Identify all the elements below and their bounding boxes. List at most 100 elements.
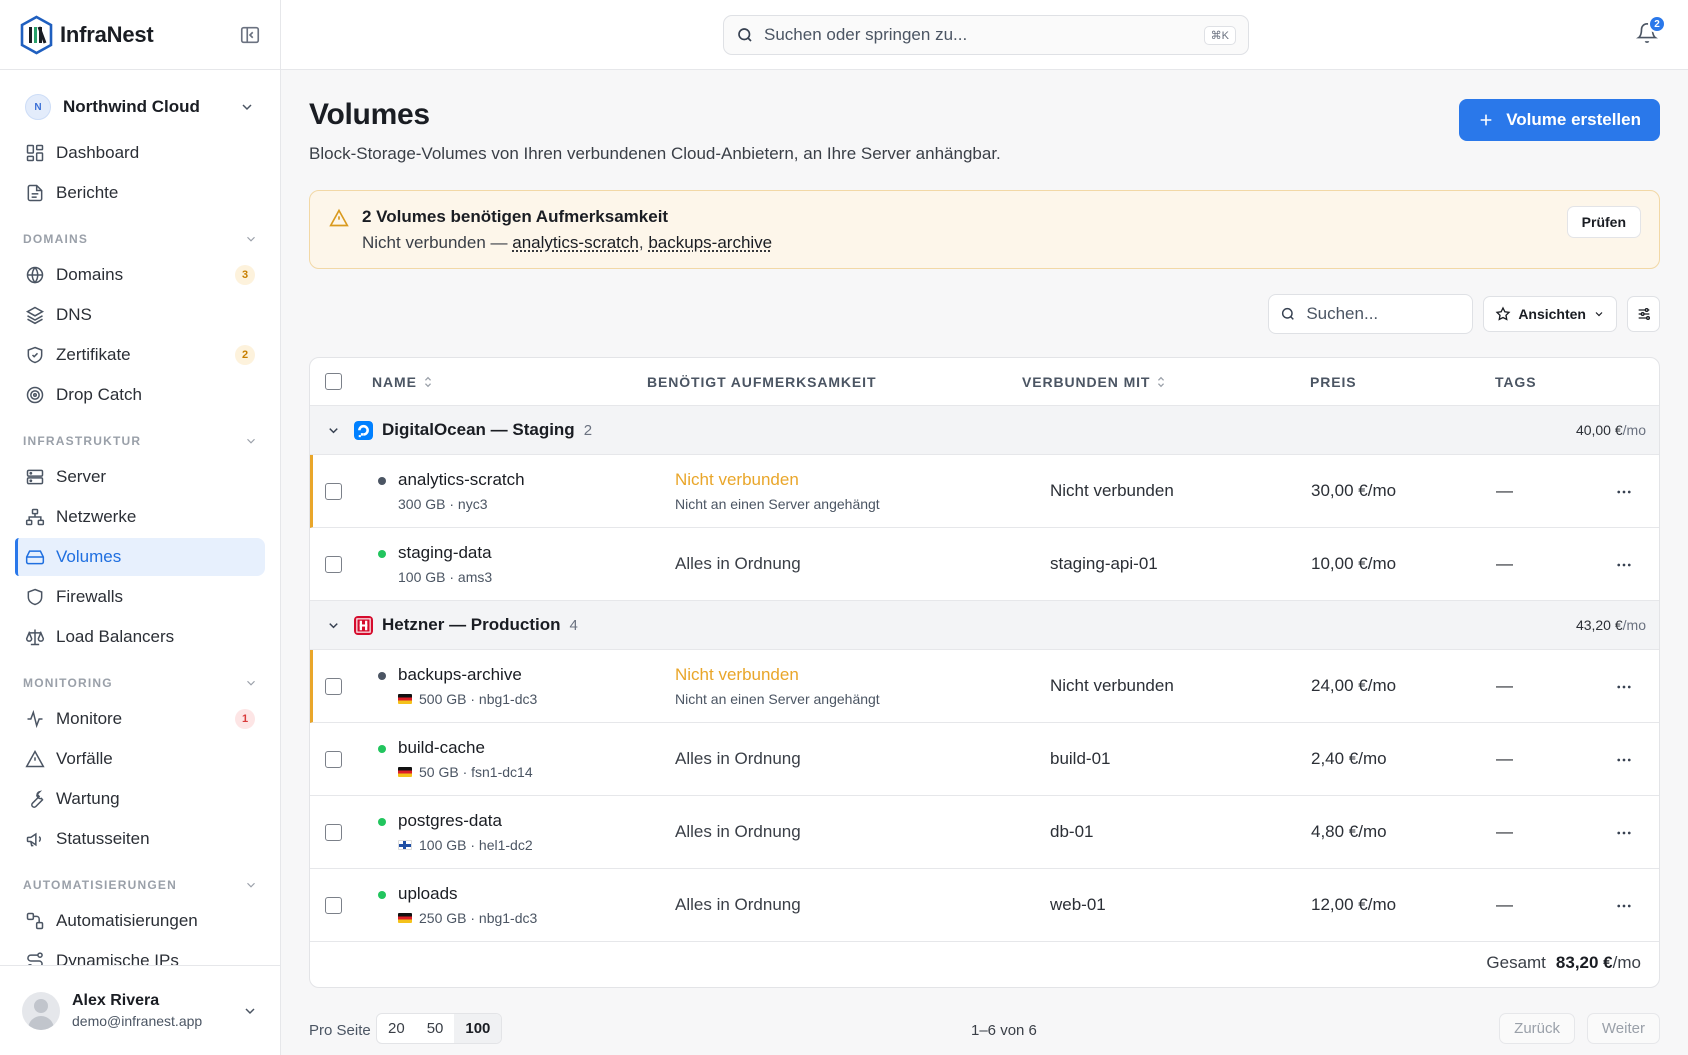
alert-link-backups-archive[interactable]: backups-archive <box>648 233 772 252</box>
sidebar-item-load-balancers[interactable]: Load Balancers <box>15 618 265 656</box>
row-checkbox[interactable] <box>325 556 342 573</box>
table-search-placeholder: Suchen... <box>1306 304 1379 323</box>
column-header-connected[interactable]: VERBUNDEN MIT <box>1022 374 1166 390</box>
section-monitoring[interactable]: MONITORING <box>23 670 258 696</box>
megaphone-icon <box>26 832 42 847</box>
layers-icon <box>25 306 45 325</box>
sidebar-item-dashboard[interactable]: Dashboard <box>15 134 265 172</box>
sidebar-item-label: Dashboard <box>56 143 140 162</box>
sidebar-item-berichte[interactable]: Berichte <box>15 174 265 212</box>
sidebar-item-statusseiten[interactable]: Statusseiten <box>15 820 265 858</box>
table-row[interactable]: build-cache 50 GB · fsn1-dc14 Alles in O… <box>310 723 1659 796</box>
volume-meta: 500 GB · nbg1-dc3 <box>398 691 537 707</box>
chevron-down-icon <box>247 438 255 444</box>
table-row[interactable]: analytics-scratch 300 GB · nyc3 Nicht ve… <box>310 455 1659 528</box>
volume-name[interactable]: analytics-scratch <box>398 470 525 490</box>
group-total-amount: 43,20 € <box>1575 617 1623 633</box>
sidebar-item-vorfaelle[interactable]: Vorfälle <box>15 740 265 778</box>
row-checkbox[interactable] <box>325 483 342 500</box>
column-header-name[interactable]: NAME <box>372 374 433 390</box>
review-button[interactable]: Prüfen <box>1566 206 1641 238</box>
chevron-down-icon <box>247 882 255 888</box>
sidebar-item-label: Load Balancers <box>56 627 175 646</box>
sidebar-collapse-icon[interactable] <box>239 24 261 46</box>
org-switcher[interactable]: N Northwind Cloud <box>13 88 267 126</box>
more-actions-icon[interactable] <box>1615 751 1633 769</box>
page-size-100[interactable]: 100 <box>454 1014 502 1043</box>
volume-name[interactable]: backups-archive <box>398 665 522 685</box>
chevron-down-icon <box>247 236 255 242</box>
table-row[interactable]: staging-data 100 GB · ams3 Alles in Ordn… <box>310 528 1659 601</box>
group-label: Hetzner — Production <box>382 615 561 634</box>
more-actions-icon[interactable] <box>1615 824 1633 842</box>
connected-to: db-01 <box>1050 822 1094 841</box>
row-checkbox[interactable] <box>325 751 342 768</box>
section-domains[interactable]: DOMAINS <box>23 226 258 252</box>
group-row[interactable]: DigitalOcean — Staging 2 40,00 €/mo <box>310 406 1659 455</box>
price: 12,00 €/mo <box>1311 895 1397 914</box>
section-automatisierungen[interactable]: AUTOMATISIERUNGEN <box>23 872 258 898</box>
views-dropdown[interactable]: Ansichten <box>1483 296 1617 332</box>
page-size-20[interactable]: 20 <box>377 1014 416 1043</box>
volume-name[interactable]: build-cache <box>398 738 485 758</box>
sidebar-item-drop-catch[interactable]: Drop Catch <box>15 376 265 414</box>
table-row[interactable]: backups-archive 500 GB · nbg1-dc3 Nicht … <box>310 650 1659 723</box>
select-all-checkbox[interactable] <box>325 373 342 390</box>
sidebar-item-volumes[interactable]: Volumes <box>15 538 265 576</box>
sidebar-item-server[interactable]: Server <box>15 458 265 496</box>
more-actions-icon[interactable] <box>1615 678 1633 696</box>
sort-icon <box>1158 376 1165 388</box>
create-volume-button[interactable]: Volume erstellen <box>1459 99 1660 141</box>
chevron-down-icon[interactable] <box>326 618 341 633</box>
previous-page-button[interactable]: Zurück <box>1499 1013 1575 1044</box>
group-total: 40,00 €/mo <box>1576 422 1646 438</box>
chevron-down-icon[interactable] <box>326 423 341 438</box>
column-settings-button[interactable] <box>1627 296 1660 332</box>
alert-link-analytics-scratch[interactable]: analytics-scratch <box>512 233 639 252</box>
price: 10,00 €/mo <box>1311 554 1397 573</box>
row-checkbox[interactable] <box>325 897 342 914</box>
org-name: Northwind Cloud <box>63 97 200 116</box>
table-row[interactable]: uploads 250 GB · nbg1-dc3 Alles in Ordnu… <box>310 869 1659 942</box>
group-row[interactable]: Hetzner — Production 4 43,20 €/mo <box>310 601 1659 650</box>
sidebar-item-label: Zertifikate <box>56 345 131 364</box>
section-infrastruktur[interactable]: INFRASTRUKTUR <box>23 428 258 454</box>
sidebar-item-wartung[interactable]: Wartung <box>15 780 265 818</box>
more-actions-icon[interactable] <box>1615 897 1633 915</box>
sidebar-item-monitore[interactable]: Monitore 1 <box>15 700 265 738</box>
digitalocean-logo-icon <box>354 421 373 440</box>
global-search-input[interactable]: Suchen oder springen zu... ⌘K <box>723 15 1249 55</box>
volume-name[interactable]: uploads <box>398 884 458 904</box>
attention-status: Alles in Ordnung <box>675 895 801 914</box>
row-checkbox[interactable] <box>325 824 342 841</box>
table-search-input[interactable]: Suchen... <box>1268 294 1474 334</box>
scale-icon <box>25 629 45 646</box>
row-checkbox[interactable] <box>325 678 342 695</box>
column-label: BENÖTIGT AUFMERKSAMKEIT <box>647 374 877 390</box>
sidebar-item-label: Drop Catch <box>56 385 142 404</box>
sort-icon <box>424 376 431 388</box>
attention-status: Alles in Ordnung <box>675 554 801 573</box>
table-row[interactable]: postgres-data 100 GB · hel1-dc2 Alles in… <box>310 796 1659 869</box>
germany-flag-icon <box>398 694 412 704</box>
more-actions-icon[interactable] <box>1615 556 1633 574</box>
sidebar-item-netzwerke[interactable]: Netzwerke <box>15 498 265 536</box>
sidebar-item-dns[interactable]: DNS <box>15 296 265 334</box>
volume-meta: 50 GB · fsn1-dc14 <box>398 764 533 780</box>
avatar <box>22 991 60 1030</box>
sidebar-item-zertifikate[interactable]: Zertifikate 2 <box>15 336 265 374</box>
volume-name[interactable]: postgres-data <box>398 811 502 831</box>
more-actions-icon[interactable] <box>1615 483 1633 501</box>
total-label: Gesamt <box>1486 952 1546 972</box>
sidebar-item-domains[interactable]: Domains 3 <box>15 256 265 294</box>
sidebar-item-label: Server <box>56 467 107 486</box>
section-label: AUTOMATISIERUNGEN <box>23 878 177 892</box>
column-header-tags: TAGS <box>1495 374 1536 390</box>
volume-name[interactable]: staging-data <box>398 543 492 563</box>
page-size-50[interactable]: 50 <box>416 1014 455 1043</box>
sidebar-item-automatisierungen[interactable]: Automatisierungen <box>15 902 265 940</box>
alert-triangle-icon <box>25 749 45 768</box>
next-page-button[interactable]: Weiter <box>1586 1013 1660 1044</box>
sidebar-item-firewalls[interactable]: Firewalls <box>15 578 265 616</box>
user-menu[interactable]: Alex Rivera demo@infranest.app <box>0 965 280 1055</box>
